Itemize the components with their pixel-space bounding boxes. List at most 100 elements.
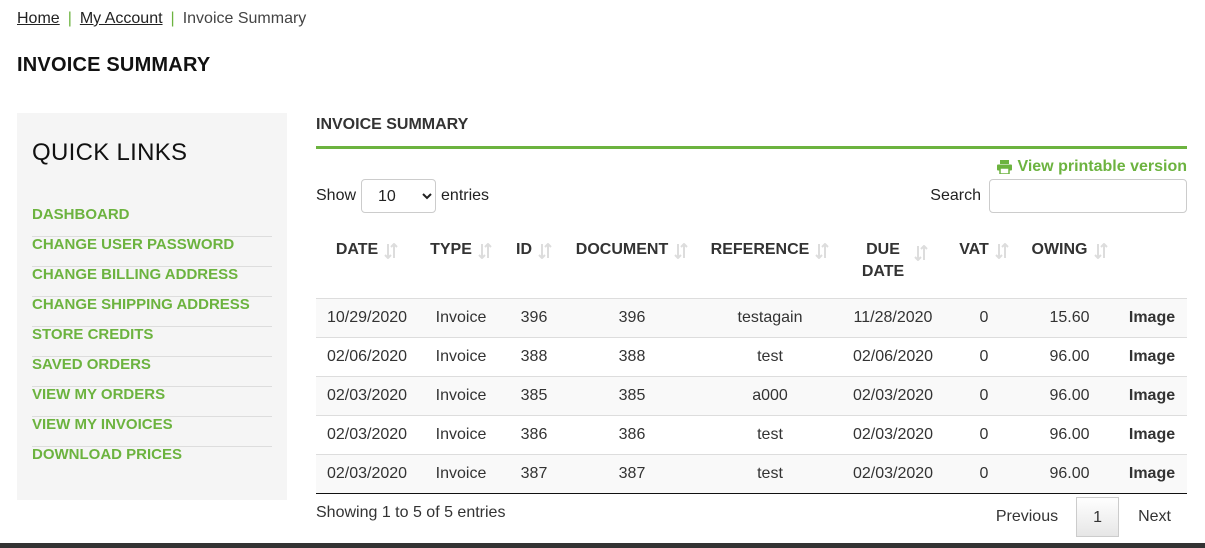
cell-vat: 0 — [946, 297, 1022, 337]
quick-links-list: DASHBOARD CHANGE USER PASSWORD CHANGE BI… — [32, 207, 272, 477]
sidebar-item-download-prices: DOWNLOAD PRICES — [32, 447, 272, 477]
footer-bar — [0, 543, 1205, 548]
invoice-table: DATE TYPE ID DOCUMENT REFERENCE DUE DATE… — [316, 223, 1187, 494]
sort-icon — [384, 243, 398, 259]
image-link[interactable]: Image — [1117, 453, 1187, 494]
cell-type: Invoice — [418, 453, 504, 494]
breadcrumb-home-link[interactable]: Home — [17, 10, 60, 28]
column-header-reference[interactable]: REFERENCE — [700, 223, 840, 298]
page-length-control: Show 10 entries — [316, 179, 489, 213]
image-link[interactable]: Image — [1117, 414, 1187, 454]
cell-due-date: 02/03/2020 — [840, 453, 946, 494]
cell-date: 02/03/2020 — [316, 453, 418, 494]
sidebar-link-download-prices[interactable]: DOWNLOAD PRICES — [32, 447, 272, 463]
column-header-label: REFERENCE — [710, 241, 810, 258]
search-input[interactable] — [989, 179, 1187, 213]
cell-owing: 96.00 — [1022, 453, 1117, 494]
table-info: Showing 1 to 5 of 5 entries — [316, 504, 506, 521]
entries-per-page-select[interactable]: 10 — [361, 179, 437, 213]
page-title: INVOICE SUMMARY — [17, 54, 211, 76]
cell-document: 387 — [564, 453, 700, 494]
column-header-label: VAT — [959, 241, 989, 258]
cell-type: Invoice — [418, 297, 504, 337]
sidebar-link-shipping-address[interactable]: CHANGE SHIPPING ADDRESS — [32, 297, 272, 313]
page-button-current[interactable]: 1 — [1076, 497, 1120, 537]
sidebar-item-view-invoices: VIEW MY INVOICES — [32, 417, 272, 447]
cell-id: 386 — [504, 414, 564, 454]
table-controls: Show 10 entries Search — [316, 179, 1187, 213]
quick-links-sidebar: QUICK LINKS DASHBOARD CHANGE USER PASSWO… — [17, 113, 287, 500]
cell-date: 02/03/2020 — [316, 414, 418, 454]
cell-id: 385 — [504, 375, 564, 415]
column-header-date[interactable]: DATE — [316, 223, 418, 298]
breadcrumb-account-link[interactable]: My Account — [80, 10, 163, 28]
image-link[interactable]: Image — [1117, 375, 1187, 415]
cell-owing: 15.60 — [1022, 297, 1117, 337]
entries-label: entries — [441, 187, 490, 204]
search-control: Search — [930, 179, 1187, 213]
cell-reference: test — [700, 336, 840, 376]
column-header-vat[interactable]: VAT — [946, 223, 1022, 298]
cell-date: 02/06/2020 — [316, 336, 418, 376]
column-header-owing[interactable]: OWING — [1022, 223, 1117, 298]
sort-icon — [1093, 243, 1108, 259]
sidebar-item-store-credits: STORE CREDITS — [32, 327, 272, 357]
sidebar-item-change-password: CHANGE USER PASSWORD — [32, 237, 272, 267]
cell-id: 388 — [504, 336, 564, 376]
breadcrumb: Home | My Account | Invoice Summary — [17, 10, 306, 28]
cell-vat: 0 — [946, 414, 1022, 454]
cell-id: 396 — [504, 297, 564, 337]
cell-vat: 0 — [946, 336, 1022, 376]
sidebar-link-view-orders[interactable]: VIEW MY ORDERS — [32, 387, 272, 403]
sort-icon — [478, 243, 492, 259]
column-header-document[interactable]: DOCUMENT — [564, 223, 700, 298]
sidebar-item-dashboard: DASHBOARD — [32, 207, 272, 237]
cell-date: 02/03/2020 — [316, 375, 418, 415]
column-header-due-date[interactable]: DUE DATE — [840, 223, 946, 298]
cell-document: 386 — [564, 414, 700, 454]
table-row: 02/03/2020 Invoice 387 387 test 02/03/20… — [316, 453, 1187, 494]
column-header-type[interactable]: TYPE — [418, 223, 504, 298]
previous-page-button[interactable]: Previous — [978, 497, 1076, 537]
column-header-label: DOCUMENT — [575, 241, 669, 258]
cell-vat: 0 — [946, 453, 1022, 494]
table-row: 02/03/2020 Invoice 385 385 a000 02/03/20… — [316, 375, 1187, 415]
cell-document: 385 — [564, 375, 700, 415]
cell-owing: 96.00 — [1022, 336, 1117, 376]
sidebar-link-view-invoices[interactable]: VIEW MY INVOICES — [32, 417, 272, 433]
sidebar-item-billing-address: CHANGE BILLING ADDRESS — [32, 267, 272, 297]
breadcrumb-separator: | — [170, 10, 175, 27]
pagination: Previous 1 Next — [978, 497, 1187, 537]
cell-type: Invoice — [418, 375, 504, 415]
cell-type: Invoice — [418, 414, 504, 454]
sort-icon — [538, 243, 552, 259]
column-header-id[interactable]: ID — [504, 223, 564, 298]
printable-version-link[interactable]: View printable version — [997, 158, 1187, 176]
cell-document: 388 — [564, 336, 700, 376]
invoice-summary-panel: INVOICE SUMMARY View printable version S… — [316, 113, 1187, 537]
cell-reference: test — [700, 414, 840, 454]
column-header-label: OWING — [1031, 241, 1088, 258]
column-header-label: ID — [516, 241, 532, 258]
column-header-actions — [1117, 223, 1187, 298]
cell-due-date: 02/03/2020 — [840, 414, 946, 454]
sidebar-link-store-credits[interactable]: STORE CREDITS — [32, 327, 272, 343]
sidebar-link-billing-address[interactable]: CHANGE BILLING ADDRESS — [32, 267, 272, 283]
cell-due-date: 02/03/2020 — [840, 375, 946, 415]
printable-version-label: View printable version — [1017, 158, 1187, 175]
sidebar-item-shipping-address: CHANGE SHIPPING ADDRESS — [32, 297, 272, 327]
table-row: 02/03/2020 Invoice 386 386 test 02/03/20… — [316, 414, 1187, 454]
sidebar-link-dashboard[interactable]: DASHBOARD — [32, 207, 272, 223]
image-link[interactable]: Image — [1117, 336, 1187, 376]
column-header-label: TYPE — [430, 241, 472, 258]
next-page-button[interactable]: Next — [1119, 497, 1187, 537]
image-link[interactable]: Image — [1117, 297, 1187, 337]
sort-icon — [674, 243, 688, 259]
breadcrumb-separator: | — [67, 10, 72, 27]
sidebar-link-change-password[interactable]: CHANGE USER PASSWORD — [32, 237, 272, 253]
breadcrumb-current: Invoice Summary — [182, 10, 307, 27]
sidebar-link-saved-orders[interactable]: SAVED ORDERS — [32, 357, 272, 373]
cell-owing: 96.00 — [1022, 375, 1117, 415]
show-label: Show — [316, 187, 357, 204]
sidebar-item-view-orders: VIEW MY ORDERS — [32, 387, 272, 417]
